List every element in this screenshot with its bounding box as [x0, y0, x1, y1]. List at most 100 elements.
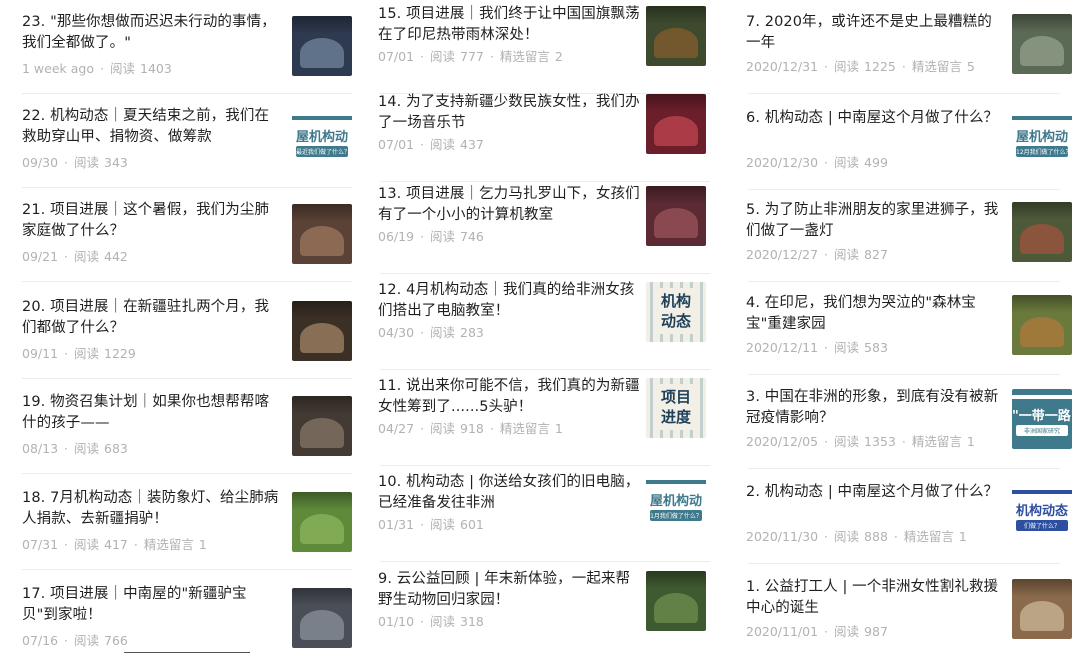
read-count: 766 — [104, 633, 128, 648]
read-label: 阅读 — [74, 633, 100, 648]
article-title[interactable]: 13. 项目进展｜乞力马扎罗山下，女孩们有了一个小小的计算机教室 — [378, 184, 640, 226]
org-update-banner[interactable]: 屋机构动 1月我们做了什么？ — [646, 474, 706, 534]
article-title[interactable]: 12. 4月机构动态｜我们真的给非洲女孩们搭出了电脑教室！ — [378, 280, 640, 322]
village-photo[interactable] — [292, 588, 352, 648]
article-title[interactable]: 22. 机构动态｜夏天结束之前，我们在救助穿山甲、捐物资、做筹款 — [22, 106, 280, 148]
signboard-photo[interactable] — [1012, 579, 1072, 639]
article-date: 2020/12/31 — [746, 59, 819, 74]
comments-label: 精选留言 — [499, 421, 550, 436]
photo-shade — [1012, 579, 1072, 597]
meta-separator: · — [64, 537, 69, 552]
thumb-subtitle: 12月我们做了什么？ — [1016, 146, 1068, 157]
article-item[interactable]: 1. 公益打工人 | 一个非洲女性割礼救援中心的诞生 2020/11/01 · 阅读 9… — [726, 565, 1080, 658]
article-title[interactable]: 17. 项目进展｜中南屋的"新疆驴宝贝"到家啦！ — [22, 584, 280, 626]
rainforest-cabin-photo[interactable] — [646, 6, 706, 66]
read-count: 601 — [460, 517, 484, 532]
article-title[interactable]: 1. 公益打工人 | 一个非洲女性割礼救援中心的诞生 — [746, 577, 1004, 619]
report-banner[interactable]: "一带一路" 非洲国家研究 — [1012, 389, 1072, 449]
article-item[interactable]: 3. 中国在非洲的形象，到底有没有被新冠疫情影响？ 2020/12/05 · 阅读 13… — [726, 375, 1080, 469]
forest-people-photo[interactable] — [646, 571, 706, 631]
meta-separator: · — [824, 59, 829, 74]
meta-separator: · — [824, 434, 829, 449]
org-update-banner-blue[interactable]: 机构动态 们做了什么？ — [1012, 484, 1072, 544]
article-item[interactable]: 10. 机构动态 | 你送给女孩们的旧电脑，已经准备发往非洲 01/31 · 阅读 60… — [358, 468, 730, 562]
read-count: 1403 — [140, 61, 172, 76]
article-item[interactable]: 11. 说出来你可能不信，我们真的为新疆女性筹到了......5头驴！ 04/27… — [358, 372, 730, 466]
article-meta: 2020/12/31 · 阅读 1225 · 精选留言 5 — [746, 56, 975, 75]
article-date: 2020/12/30 — [746, 155, 819, 170]
article-item[interactable]: 4. 在印尼，我们想为哭泣的"森林宝宝"重建家园 2020/12/11 · 阅读 583 — [726, 281, 1080, 375]
article-title[interactable]: 4. 在印尼，我们想为哭泣的"森林宝宝"重建家园 — [746, 293, 1004, 335]
org-update-pattern[interactable]: 机构 动态 — [646, 282, 706, 342]
article-item[interactable]: 23. "那些你想做而迟迟未行动的事情，我们全都做了。" 1 week ago · 阅… — [0, 0, 372, 94]
project-progress-pattern[interactable]: 项目 进度 — [646, 378, 706, 438]
divider — [748, 468, 1060, 469]
divider — [380, 273, 710, 274]
meta-separator: · — [824, 340, 829, 355]
article-date: 06/19 — [378, 229, 415, 244]
article-title[interactable]: 9. 云公益回顾 | 年末新体验，一起来帮野生动物回归家园！ — [378, 569, 640, 611]
article-title[interactable]: 21. 项目进展｜这个暑假，我们为尘肺家庭做了什么？ — [22, 200, 280, 242]
orangutan-photo[interactable] — [1012, 295, 1072, 355]
divider — [380, 465, 710, 466]
read-label: 阅读 — [834, 247, 860, 262]
article-item[interactable]: 21. 项目进展｜这个暑假，我们为尘肺家庭做了什么？ 09/21 · 阅读 442 — [0, 188, 372, 282]
article-item[interactable]: 12. 4月机构动态｜我们真的给非洲女孩们搭出了电脑教室！ 04/30 · 阅读 283… — [358, 276, 730, 370]
article-title[interactable]: 5. 为了防止非洲朋友的家里进狮子，我们做了一盏灯 — [746, 200, 1004, 242]
meta-separator: · — [64, 441, 69, 456]
article-item[interactable]: 22. 机构动态｜夏天结束之前，我们在救助穿山甲、捐物资、做筹款 09/30 · 阅读… — [0, 94, 372, 188]
grassland-photo[interactable] — [292, 492, 352, 552]
photo-highlight — [654, 593, 698, 623]
photo-highlight — [300, 514, 344, 544]
article-title[interactable]: 10. 机构动态 | 你送给女孩们的旧电脑，已经准备发往非洲 — [378, 472, 640, 514]
article-item[interactable]: 13. 项目进展｜乞力马扎罗山下，女孩们有了一个小小的计算机教室 06/19 · 阅读… — [358, 180, 730, 274]
article-item[interactable]: 20. 项目进展｜在新疆驻扎两个月，我们都做了什么？ 09/11 · 阅读 1229 — [0, 285, 372, 379]
article-date: 07/01 — [378, 49, 415, 64]
crowd-photo[interactable] — [292, 16, 352, 76]
group-photo[interactable] — [292, 301, 352, 361]
article-date: 09/21 — [22, 249, 59, 264]
thumb-title-line-2: 进度 — [660, 408, 691, 426]
volunteers-photo[interactable] — [1012, 14, 1072, 74]
article-title[interactable]: 11. 说出来你可能不信，我们真的为新疆女性筹到了......5头驴！ — [378, 376, 640, 418]
meta-separator: · — [420, 49, 425, 64]
read-label: 阅读 — [74, 537, 100, 552]
article-item[interactable]: 9. 云公益回顾 | 年末新体验，一起来帮野生动物回归家园！ 01/10 · 阅读 31… — [358, 565, 730, 658]
music-festival-photo[interactable] — [646, 94, 706, 154]
article-item[interactable]: 7. 2020年，或许还不是史上最糟糕的一年 2020/12/31 · 阅读 1225 ·… — [726, 0, 1080, 94]
read-label: 阅读 — [430, 49, 456, 64]
photo-highlight — [654, 208, 698, 238]
article-item[interactable]: 5. 为了防止非洲朋友的家里进狮子，我们做了一盏灯 2020/12/27 · 阅读 82… — [726, 188, 1080, 282]
article-item[interactable]: 17. 项目进展｜中南屋的"新疆驴宝贝"到家啦！ 07/16 · 阅读 766 — [0, 572, 372, 658]
read-count: 888 — [864, 529, 888, 544]
hands-photo[interactable] — [292, 204, 352, 264]
article-item[interactable]: 2. 机构动态 | 中南屋这个月做了什么？ 2020/11/30 · 阅读 888 · 精选… — [726, 470, 1080, 564]
article-title[interactable]: 19. 物资召集计划｜如果你也想帮帮喀什的孩子—— — [22, 392, 280, 434]
read-count: 343 — [104, 155, 128, 170]
article-item[interactable]: 6. 机构动态 | 中南屋这个月做了什么？ 2020/12/30 · 阅读 499 屋机构… — [726, 96, 1080, 190]
article-meta: 08/13 · 阅读 683 — [22, 438, 128, 457]
org-update-banner[interactable]: 屋机构动 12月我们做了什么？ — [1012, 110, 1072, 170]
article-title[interactable]: 23. "那些你想做而迟迟未行动的事情，我们全都做了。" — [22, 12, 280, 54]
read-count: 1353 — [864, 434, 896, 449]
article-title[interactable]: 20. 项目进展｜在新疆驻扎两个月，我们都做了什么？ — [22, 297, 280, 339]
classroom-photo[interactable] — [646, 186, 706, 246]
lamp-photo[interactable] — [1012, 202, 1072, 262]
article-title[interactable]: 14. 为了支持新疆少数民族女性，我们办了一场音乐节 — [378, 92, 640, 134]
article-title[interactable]: 15. 项目进展｜我们终于让中国国旗飘荡在了印尼热带雨林深处！ — [378, 4, 640, 46]
article-item[interactable]: 15. 项目进展｜我们终于让中国国旗飘荡在了印尼热带雨林深处！ 07/01 · 阅读 7… — [358, 0, 730, 94]
article-title[interactable]: 6. 机构动态 | 中南屋这个月做了什么？ — [746, 108, 1004, 129]
article-title[interactable]: 3. 中国在非洲的形象，到底有没有被新冠疫情影响？ — [746, 387, 1004, 429]
comments-label: 精选留言 — [143, 537, 194, 552]
divider — [22, 378, 352, 379]
org-update-banner[interactable]: 屋机构动 最近我们做了什么？ — [292, 110, 352, 170]
read-label: 阅读 — [834, 155, 860, 170]
article-item[interactable]: 14. 为了支持新疆少数民族女性，我们办了一场音乐节 07/01 · 阅读 437 — [358, 88, 730, 182]
children-photo[interactable] — [292, 396, 352, 456]
article-item[interactable]: 18. 7月机构动态｜装防象灯、给尘肺病人捐款、去新疆捐驴！ 07/31 · 阅读 41… — [0, 476, 372, 570]
article-title[interactable]: 18. 7月机构动态｜装防象灯、给尘肺病人捐款、去新疆捐驴！ — [22, 488, 280, 530]
article-item[interactable]: 19. 物资召集计划｜如果你也想帮帮喀什的孩子—— 08/13 · 阅读 683 — [0, 380, 372, 474]
article-title[interactable]: 2. 机构动态 | 中南屋这个月做了什么？ — [746, 482, 1004, 503]
divider — [380, 369, 710, 370]
article-title[interactable]: 7. 2020年，或许还不是史上最糟糕的一年 — [746, 12, 1004, 54]
